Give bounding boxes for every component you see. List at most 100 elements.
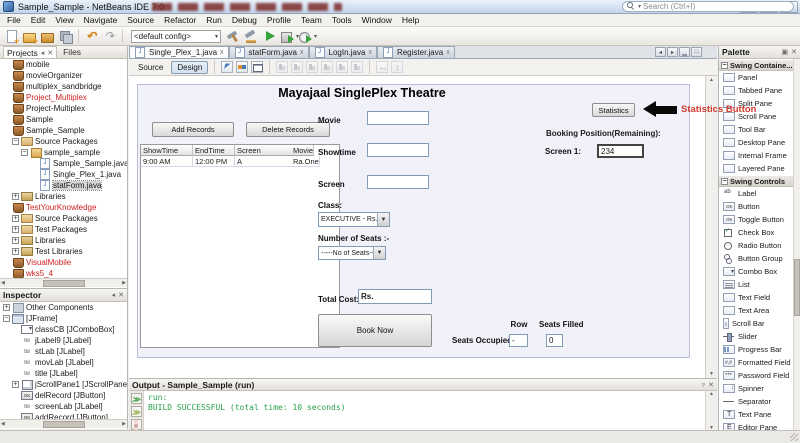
output-console[interactable]: run:BUILD SUCCESSFUL (total time: 10 sec… bbox=[144, 391, 705, 431]
tree-item[interactable]: Project_Multiplex bbox=[0, 92, 127, 103]
align-toolbar-button[interactable] bbox=[291, 61, 303, 73]
table-cell[interactable]: A bbox=[235, 156, 291, 167]
tree-item[interactable]: − [JFrame] bbox=[0, 313, 127, 324]
editor-tab[interactable]: Register.java x bbox=[377, 46, 455, 58]
scroll-down-icon[interactable]: ▼ bbox=[709, 371, 714, 377]
menu-item[interactable]: Refactor bbox=[159, 15, 201, 25]
scroll-right-icon[interactable]: ▶ bbox=[122, 421, 126, 427]
screen1-remaining-field[interactable]: 234 bbox=[597, 144, 644, 158]
table-cell[interactable]: 9:00 AM bbox=[141, 156, 193, 167]
tree-item[interactable]: + Libraries bbox=[0, 191, 127, 202]
tree-item[interactable]: stLab [JLabel] bbox=[0, 346, 127, 357]
tab-strip-button[interactable]: □ bbox=[691, 47, 702, 57]
palette-category-containers[interactable]: − Swing Containe... bbox=[719, 59, 800, 71]
table-header-cell[interactable]: Movie bbox=[291, 145, 314, 156]
projects-horizontal-scrollbar[interactable]: ◀ ▶ bbox=[0, 278, 127, 287]
tree-expander[interactable]: − bbox=[3, 315, 10, 322]
design-toolbar-button[interactable] bbox=[251, 61, 263, 73]
add-records-button[interactable]: Add Records bbox=[152, 122, 234, 137]
tree-item[interactable]: − sample_sample bbox=[0, 147, 127, 158]
tree-expander[interactable]: − bbox=[12, 138, 19, 145]
tree-expander[interactable]: + bbox=[12, 237, 19, 244]
category-expander[interactable]: − bbox=[721, 62, 728, 69]
resize-grip-icon[interactable] bbox=[790, 433, 798, 441]
menu-item[interactable]: Window bbox=[357, 15, 397, 25]
palette-item[interactable]: Text Field bbox=[719, 291, 800, 304]
tree-expander[interactable]: + bbox=[12, 226, 19, 233]
palette-item[interactable]: Layered Pane bbox=[719, 162, 800, 175]
collapse-panel-icon[interactable]: ◂ bbox=[41, 49, 45, 57]
tree-expander[interactable] bbox=[12, 348, 19, 355]
movie-field[interactable] bbox=[367, 111, 429, 125]
tree-item[interactable]: + Libraries bbox=[0, 235, 127, 246]
menu-item[interactable]: Help bbox=[397, 15, 424, 25]
row-field[interactable]: - bbox=[509, 334, 528, 347]
close-tab-icon[interactable]: x bbox=[220, 49, 224, 56]
editor-tab[interactable]: Single_Plex_1.java x bbox=[129, 46, 229, 58]
tree-item[interactable]: wks5_4 bbox=[0, 268, 127, 278]
tree-expander[interactable] bbox=[3, 105, 10, 112]
tree-item[interactable]: Single_Plex_1.java bbox=[0, 169, 127, 180]
close-panel-icon[interactable]: ✕ bbox=[118, 291, 124, 299]
output-action-button[interactable] bbox=[131, 406, 142, 417]
tree-expander[interactable] bbox=[3, 72, 10, 79]
toolbar-button[interactable] bbox=[4, 29, 19, 44]
table-header-cell[interactable]: ShowTime bbox=[141, 145, 193, 156]
palette-menu-icon[interactable]: ▣ bbox=[782, 48, 789, 56]
config-select[interactable]: <default config> ▾ bbox=[131, 30, 221, 43]
tab-strip-button[interactable]: ▁ bbox=[679, 47, 690, 57]
tree-item[interactable]: movieOrganizer bbox=[0, 70, 127, 81]
close-tab-icon[interactable]: x bbox=[300, 49, 304, 56]
tree-item[interactable]: Project-Multiplex bbox=[0, 103, 127, 114]
book-now-button[interactable]: Book Now bbox=[318, 314, 432, 347]
tree-expander[interactable] bbox=[12, 370, 19, 377]
scrollbar-thumb[interactable] bbox=[794, 259, 800, 316]
scroll-left-icon[interactable]: ◀ bbox=[1, 421, 5, 427]
tree-expander[interactable] bbox=[3, 127, 10, 134]
scrollbar-thumb[interactable] bbox=[43, 421, 85, 428]
table-header-cell[interactable]: EndTime bbox=[193, 145, 235, 156]
tab-strip-button[interactable]: ▸ bbox=[667, 47, 678, 57]
palette-item[interactable]: Progress Bar bbox=[719, 343, 800, 356]
toolbar-button[interactable] bbox=[40, 29, 55, 44]
palette-item[interactable]: Internal Frame bbox=[719, 149, 800, 162]
tree-expander[interactable]: + bbox=[12, 248, 19, 255]
tree-expander[interactable] bbox=[3, 204, 10, 211]
close-panel-icon[interactable]: ✕ bbox=[791, 48, 797, 56]
source-view-button[interactable]: Source bbox=[133, 62, 168, 73]
seats-select[interactable]: -----No of Seats----- ▼ bbox=[318, 246, 386, 260]
palette-vertical-scrollbar[interactable] bbox=[793, 59, 800, 430]
design-toolbar-button[interactable] bbox=[236, 61, 248, 73]
editor-tab[interactable]: LogIn.java x bbox=[309, 46, 377, 58]
search-caret-icon[interactable]: ▾ bbox=[638, 3, 641, 10]
tree-item[interactable]: classCB [JComboBox] bbox=[0, 324, 127, 335]
toolbar-button[interactable] bbox=[226, 29, 241, 44]
output-vertical-scrollbar[interactable]: ▲ ▼ bbox=[705, 391, 717, 431]
tree-expander[interactable] bbox=[3, 116, 10, 123]
palette-item[interactable]: Spinner bbox=[719, 382, 800, 395]
statistics-button[interactable]: Statistics bbox=[592, 103, 635, 117]
menu-item[interactable]: Profile bbox=[262, 15, 296, 25]
tree-item[interactable]: multiplex_sandbridge bbox=[0, 81, 127, 92]
design-view-button[interactable]: Design bbox=[171, 61, 208, 74]
tree-expander[interactable]: + bbox=[12, 215, 19, 222]
inspector-horizontal-scrollbar[interactable]: ◀ ▶ bbox=[0, 419, 127, 428]
tab-files[interactable]: Files bbox=[57, 47, 87, 57]
palette-item[interactable]: List bbox=[719, 278, 800, 291]
palette-item[interactable]: Toggle Button bbox=[719, 213, 800, 226]
category-expander[interactable]: − bbox=[721, 178, 728, 185]
seats-filled-field[interactable]: 0 bbox=[546, 334, 563, 347]
minimize-panel-icon[interactable]: ▿ bbox=[702, 381, 706, 389]
palette-item[interactable]: Text Area bbox=[719, 304, 800, 317]
tree-expander[interactable] bbox=[12, 326, 19, 333]
scroll-up-icon[interactable]: ▲ bbox=[709, 77, 714, 83]
class-select[interactable]: EXECUTIVE - Rs.100 ▼ bbox=[318, 212, 390, 227]
tree-expander[interactable] bbox=[30, 182, 37, 189]
table-cell[interactable]: Ra.One bbox=[291, 156, 320, 167]
menu-item[interactable]: View bbox=[50, 15, 78, 25]
menu-item[interactable]: Navigate bbox=[79, 15, 123, 25]
shows-table[interactable]: ShowTimeEndTimeScreenMovie 9:00 AM12:00 … bbox=[140, 144, 340, 348]
palette-category-controls[interactable]: − Swing Controls bbox=[719, 175, 800, 187]
canvas-vertical-scrollbar[interactable]: ▲ ▼ bbox=[705, 76, 717, 378]
menu-item[interactable]: Run bbox=[201, 15, 227, 25]
